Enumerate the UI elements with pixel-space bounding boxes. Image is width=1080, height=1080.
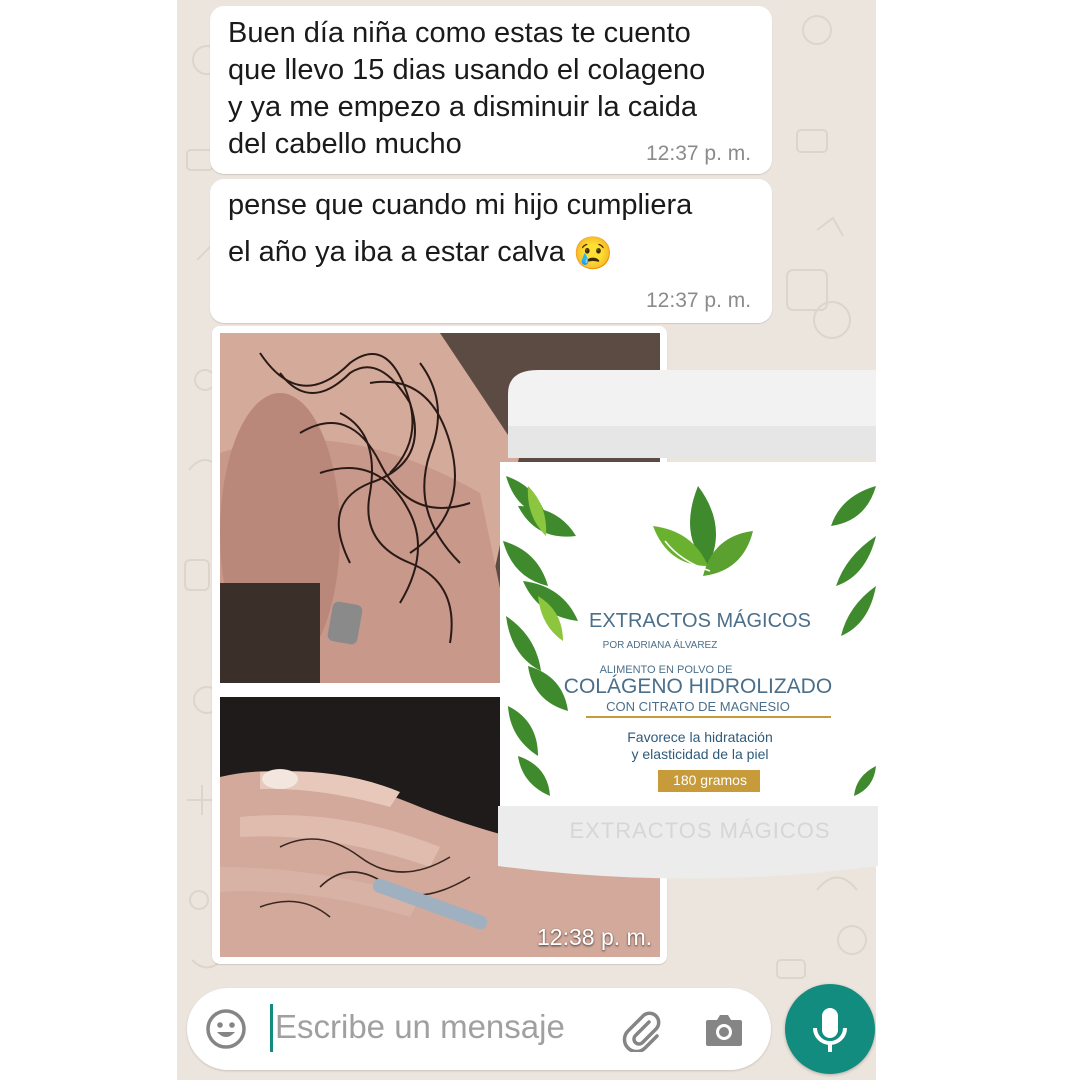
smiley-icon[interactable] (205, 1008, 247, 1050)
message-input-bar: Escribe un mensaje (187, 988, 771, 1070)
paperclip-icon[interactable] (619, 1008, 663, 1054)
embossed-brand: EXTRACTOS MÁGICOS (569, 818, 831, 843)
message-line: y ya me empezo a disminuir la caida (228, 91, 698, 123)
benefit-line-2: y elasticidad de la piel (631, 746, 769, 762)
message-bubble-2[interactable]: pense que cuando mi hijo cumpliera el añ… (210, 179, 772, 323)
brand-name: EXTRACTOS MÁGICOS (589, 610, 811, 632)
message-line: el año ya iba a estar calva (228, 236, 565, 268)
message-line: Buen día niña como estas te cuento (228, 17, 691, 49)
message-line: del cabello mucho (228, 128, 462, 160)
message-line: pense que cuando mi hijo cumpliera (228, 189, 693, 221)
product-name: COLÁGENO HIDROLIZADO (563, 675, 833, 698)
microphone-icon (813, 1008, 847, 1052)
photo-timestamp: 12:38 p. m. (537, 924, 653, 950)
text-cursor (270, 1004, 273, 1052)
product-name-sub: CON CITRATO DE MAGNESIO (606, 699, 790, 714)
message-bubble-1[interactable]: Buen día niña como estas te cuento que l… (210, 6, 772, 174)
message-line: que llevo 15 dias usando el colageno (228, 54, 706, 86)
brand-byline: POR ADRIANA ÁLVAREZ (602, 640, 718, 651)
benefit-line-1: Favorece la hidratación (627, 729, 773, 745)
message-timestamp: 12:37 p. m. (646, 289, 752, 312)
voice-message-button[interactable] (785, 984, 875, 1074)
message-input[interactable]: Escribe un mensaje (275, 1008, 565, 1046)
weight-label: 180 gramos (673, 772, 747, 788)
message-line-with-emoji: el año ya iba a estar calva 😢 (228, 234, 692, 272)
camera-icon[interactable] (702, 1008, 746, 1052)
message-timestamp: 12:37 p. m. (646, 142, 752, 165)
product-jar-image: EXTRACTOS MÁGICOS POR ADRIANA ÁLVAREZ AL… (498, 366, 878, 886)
message-text: pense que cuando mi hijo cumpliera el añ… (228, 187, 692, 272)
crying-face-emoji: 😢 (573, 234, 613, 271)
message-text: Buen día niña como estas te cuento que l… (228, 15, 705, 163)
